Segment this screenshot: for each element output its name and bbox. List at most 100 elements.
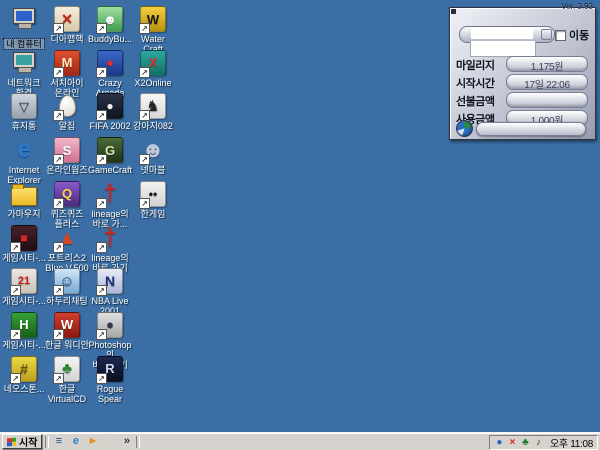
taskbar-clock[interactable]: 오후 11:08 (547, 435, 593, 450)
desktop-icon-rogue-spear[interactable]: R ↗ Rogue Spear (88, 355, 132, 404)
desktop-icon-fortress2-blue[interactable]: ▲↗포트리스2 Blue V.500 (45, 225, 89, 273)
desktop-icon-network-neighborhood[interactable]: 네트워크 환경 (2, 50, 46, 98)
desktop-icon-gamecity-1[interactable]: ■ ↗ 게임시티-... (2, 224, 46, 263)
diablo-maphack-label: 디아맵핵 (50, 34, 84, 44)
shortcut-arrow-icon: ↗ (139, 66, 150, 78)
hangame-label: 한게임 (140, 208, 166, 219)
buddybuddy-icon: ☻ ↗ (96, 6, 123, 34)
desktop-icon-internet-explorer[interactable]: e Internet Explorer (2, 137, 46, 186)
desktop-icon-gamecity-3[interactable]: H ↗ 게임시티-... (2, 311, 46, 350)
searcheye-online-icon: M ↗ (53, 49, 80, 78)
desktop-icon-dog082[interactable]: ♞ ↗ 강아지082 (131, 93, 175, 131)
hangul-virtualcd-label: 한글 VirtualCD (47, 383, 87, 404)
volume-tray-icon[interactable]: ♪ (533, 437, 544, 448)
internet-explorer-icon[interactable]: e (69, 435, 82, 448)
shortcut-arrow-icon: ↗ (139, 197, 150, 209)
desktop-icon-neostone[interactable]: # ↗ 네오스톤... (2, 355, 46, 394)
shortcut-arrow-icon: ↗ (53, 285, 64, 297)
prepaid-label: 선불금액 (456, 96, 495, 108)
move-checkbox-box[interactable] (555, 29, 566, 41)
combo-dropdown-button[interactable] (541, 29, 552, 40)
desktop[interactable]: 내 컴퓨터×↗디아맵핵☻↗BuddyBu...W↗Water Craft네트워크… (0, 0, 600, 450)
desktop-icon-lineage-shortcut-2[interactable]: †↗lineage의 바로 가기 (88, 225, 132, 273)
online-worms-icon: S ↗ (53, 137, 80, 166)
desktop-icon-netmarble[interactable]: ☻ ↗ 넷마블 (131, 137, 175, 175)
system-tray: ● × ♣ ♪ 오후 11:08 (488, 435, 598, 450)
desktop-icon-gamecraft[interactable]: G ↗ GameCraft (88, 137, 132, 175)
desktop-icon-crazy-arcade[interactable]: ●↗Crazy Arcade (88, 49, 132, 98)
shortcut-arrow-icon: ↗ (53, 197, 64, 209)
show-desktop-icon[interactable]: ≡ (52, 435, 65, 448)
start-button-label: 시작 (19, 438, 38, 449)
desktop-icon-gamauji-folder[interactable]: 가마우지 (2, 181, 46, 219)
taskbar-separator (45, 435, 50, 448)
water-craft-icon: W ↗ (139, 6, 166, 34)
dog082-icon: ♞ ↗ (139, 93, 166, 122)
online-worms-label: 온라인웜즈 (46, 165, 88, 176)
network-neighborhood-icon (11, 50, 37, 76)
desktop-icon-online-worms[interactable]: S ↗ 온라인웜즈 (45, 137, 89, 175)
desktop-icon-recycle-bin[interactable]: ▽ 휴지통 (2, 93, 46, 131)
desktop-icon-alzip[interactable]: ↗ 알집 (45, 93, 89, 131)
recycle-bin-icon: ▽ (11, 93, 37, 120)
desktop-icon-hangul-virtualcd[interactable]: ♣ ↗ 한글 VirtualCD (45, 355, 89, 404)
desktop-icon-gamecity-2[interactable]: 21 ↗ 게임시티-... (2, 268, 46, 306)
desktop-icon-my-computer[interactable]: 내 컴퓨터 (2, 6, 46, 52)
desktop-icon-lineage-shortcut[interactable]: † ↗ lineage의 바로 가... (88, 181, 132, 229)
panel-menu-button[interactable] (451, 9, 456, 14)
nba-live-2001-icon: N ↗ (96, 268, 123, 297)
shortcut-arrow-icon: ↗ (10, 285, 21, 297)
desktop-icon-fifa-2002[interactable]: ● ↗ FIFA 2002 (88, 93, 132, 131)
desktop-icon-hangul-wordian[interactable]: W ↗ 한글 워디안 (45, 311, 89, 350)
shortcut-arrow-icon: ↗ (96, 197, 107, 209)
desktop-icon-nba-live-2001[interactable]: N↗NBA Live 2001 (88, 268, 132, 316)
rogue-spear-icon: R ↗ (96, 355, 123, 384)
shortcut-arrow-icon: ↗ (96, 66, 107, 78)
start-time-label: 시작시간 (456, 78, 495, 90)
panel-bottom-row (450, 120, 595, 138)
desktop-icon-x2online[interactable]: X ↗ X2Online (131, 49, 175, 88)
gamecity-1-icon: ■ ↗ (10, 224, 37, 253)
neostone-label: 네오스톤... (3, 383, 45, 394)
move-checkbox[interactable]: 이동 (555, 27, 589, 43)
media-play-icon[interactable]: ► (86, 435, 99, 448)
start-time-row: 시작시간 17일 22:06 (450, 74, 595, 91)
netmarble-label: 넷마블 (140, 165, 166, 176)
offline-tray-icon[interactable]: × (507, 437, 518, 448)
desktop-icon-diablo-maphack[interactable]: × ↗ 디아맵핵 (45, 6, 89, 44)
shortcut-arrow-icon: ↗ (96, 241, 107, 253)
start-time-value-field: 17일 22:06 (506, 74, 588, 91)
my-computer-label: 내 컴퓨터 (3, 38, 45, 50)
crazy-arcade-icon: ● ↗ (96, 49, 123, 78)
taskbar-separator-2 (136, 435, 141, 448)
start-button[interactable]: 시작 (2, 434, 43, 449)
antivirus-tray-icon[interactable]: ♣ (520, 437, 531, 448)
web-globe-button[interactable] (456, 120, 473, 137)
my-computer-icon (11, 6, 37, 32)
quick-launch-bar: ≡ e ► ● » (52, 435, 133, 448)
network-tray-icon[interactable]: ● (494, 437, 505, 448)
shortcut-arrow-icon: ↗ (53, 328, 64, 340)
recycle-bin-label: 휴지통 (11, 121, 37, 132)
overflow-chevron[interactable]: » (120, 435, 133, 448)
shortcut-arrow-icon: ↗ (96, 328, 107, 340)
shortcut-arrow-icon: ↗ (96, 110, 107, 122)
windows-logo-icon (7, 437, 16, 446)
mileage-value-field: 1,175원 (506, 56, 588, 73)
fortress2-blue-icon: ▲ ↗ (53, 225, 80, 253)
messenger-icon[interactable]: ● (103, 435, 116, 448)
desktop-icon-hangame[interactable]: •• ↗ 한게임 (131, 180, 175, 219)
gamauji-folder-label: 가마우지 (7, 208, 41, 219)
combo-dropdown-list[interactable] (470, 41, 536, 57)
prepaid-row: 선불금액 (450, 92, 595, 108)
desktop-icon-water-craft[interactable]: W↗Water Craft (131, 6, 175, 54)
account-combo-input[interactable] (471, 28, 533, 39)
desktop-icon-searcheye-online[interactable]: M ↗ 서치아이 온라인 (45, 49, 89, 98)
desktop-icon-haduri-chat[interactable]: ☺ ↗ 하두리채팅 (45, 268, 89, 306)
gamecity-3-icon: H ↗ (10, 311, 37, 340)
action-button[interactable] (476, 122, 586, 136)
desktop-icon-buddybuddy[interactable]: ☻ ↗ BuddyBu... (88, 6, 132, 44)
desktop-icon-quizquiz-plus[interactable]: Q ↗ 퀴즈퀴즈 플러스 (45, 180, 89, 229)
shortcut-arrow-icon: ↗ (139, 110, 150, 122)
shortcut-arrow-icon: ↗ (53, 66, 64, 78)
